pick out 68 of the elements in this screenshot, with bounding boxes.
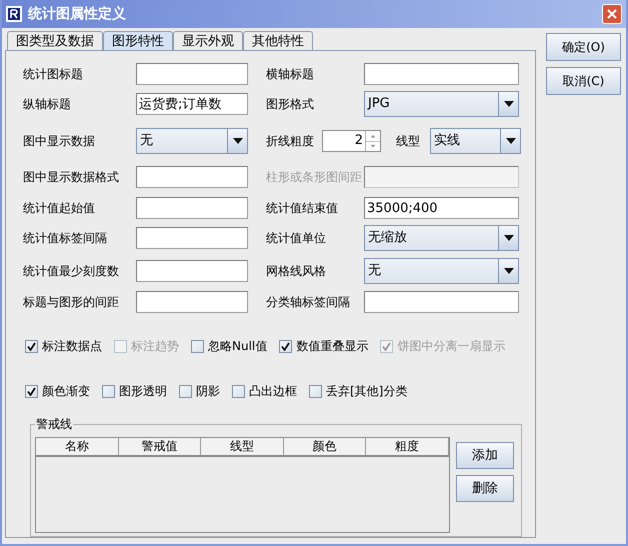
checkbox[interactable]: 图形透明 [102,382,167,400]
field-label: 线型 [396,133,421,150]
checkbox[interactable]: 标注数据点 [25,337,102,355]
field-label: 网格线风格 [266,263,327,280]
checkbox[interactable]: 忽略Null值 [191,337,268,355]
check-icon [27,342,36,350]
check-icon [27,386,36,396]
text-field[interactable] [364,291,519,313]
field-label: 柱形或条形图间距 [266,169,363,186]
text-field[interactable]: 35000;400 [364,197,519,219]
tab[interactable]: 其他特性 [243,31,313,50]
field-label: 图形格式 [266,96,315,113]
field-label: 统计值结束值 [266,200,339,217]
number-spinner[interactable]: 2 [322,130,381,152]
field-label: 折线粗度 [266,133,315,150]
check-icon [281,342,290,350]
checkbox[interactable]: 阴影 [179,382,220,400]
field-label: 纵轴标题 [23,96,72,113]
tab[interactable]: 显示外观 [173,31,243,50]
check-icon [382,342,392,350]
dropdown-arrow-icon [504,268,514,274]
table-action-button[interactable]: 添加 [456,442,514,469]
dropdown-arrow-icon [504,101,514,107]
column-header[interactable]: 线型 [201,438,284,455]
field-label: 统计值单位 [266,230,327,247]
checkbox[interactable]: 数值重叠显示 [279,337,368,355]
field-label: 标题与图形的间距 [23,294,120,311]
text-field[interactable] [136,260,248,282]
field-label: 统计值最少刻度数 [23,263,120,280]
text-field[interactable] [136,291,248,313]
window-title: 统计图属性定义 [28,4,127,24]
text-field[interactable] [136,166,248,188]
tab[interactable]: 图形特性 [103,31,173,50]
dropdown-arrow-icon [504,235,514,241]
tab[interactable]: 图类型及数据 [7,31,103,50]
column-header[interactable]: 粗度 [366,438,449,455]
dropdown-arrow-icon [232,138,242,144]
dropdown-field[interactable]: 无缩放 [364,225,519,251]
group-title: 警戒线 [35,416,73,432]
column-header[interactable]: 警戒值 [118,438,202,455]
app-logo-icon [6,6,22,22]
dropdown-arrow-icon [506,138,516,144]
table-action-button[interactable]: 删除 [456,475,514,502]
field-label: 图中显示数据格式 [23,169,120,186]
text-field[interactable] [136,227,248,249]
checkbox[interactable]: 凸出边框 [232,382,297,400]
dropdown-field[interactable]: 无 [364,258,519,284]
text-field[interactable] [364,63,519,85]
dialog-button[interactable]: 取消(C) [546,67,621,95]
close-button[interactable] [602,4,622,24]
text-field[interactable] [136,197,248,219]
dropdown-field[interactable]: JPG [364,91,519,117]
column-header[interactable]: 颜色 [284,438,366,455]
dropdown-field[interactable]: 实线 [430,128,521,154]
field-label: 横轴标题 [266,66,315,83]
column-header[interactable]: 名称 [36,438,119,455]
field-label: 统计值起始值 [23,200,96,217]
checkbox[interactable]: 颜色渐变 [25,382,90,400]
close-icon [607,9,617,19]
field-label: 图中显示数据 [23,133,96,150]
text-field[interactable] [136,63,248,85]
checkbox[interactable]: 丢弃[其他]分类 [309,382,408,400]
field-label: 统计值标签间隔 [23,230,108,247]
dropdown-field[interactable]: 无 [136,128,248,154]
field-label: 分类轴标签间隔 [266,294,351,311]
dialog-button[interactable]: 确定(O) [546,33,621,61]
field-label: 统计图标题 [23,66,84,83]
text-field[interactable]: 运货费;订单数 [136,93,248,115]
